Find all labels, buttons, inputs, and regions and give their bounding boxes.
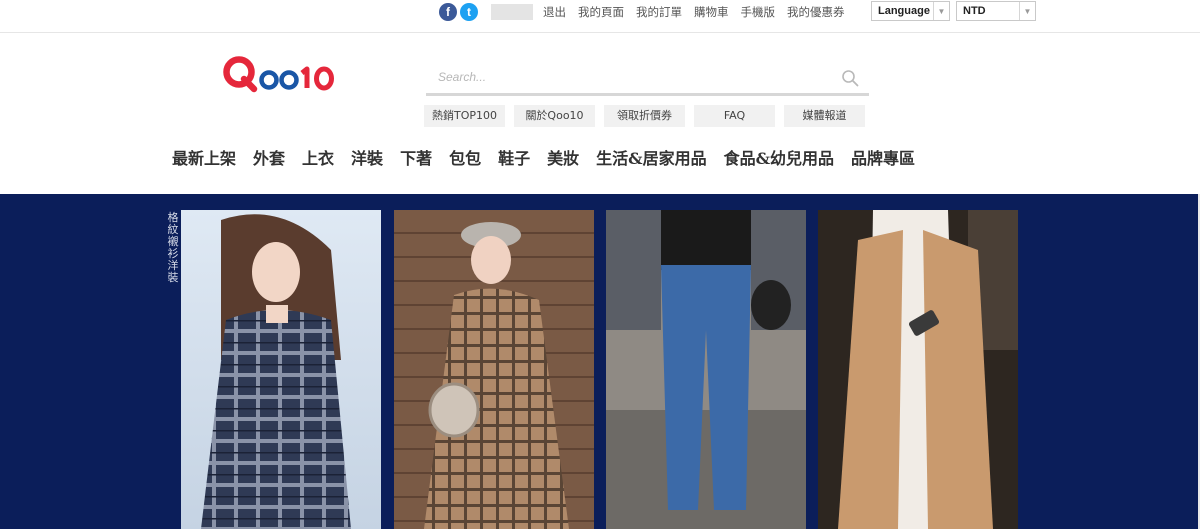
- user-name-placeholder[interactable]: [491, 4, 533, 20]
- category-home-living[interactable]: 生活&居家用品: [596, 145, 706, 169]
- beret-plaid-dress-photo[interactable]: [394, 210, 594, 529]
- qoo10-logo[interactable]: [222, 52, 340, 94]
- category-brands[interactable]: 品牌專區: [851, 145, 915, 169]
- blue-jeans-image: [606, 210, 806, 529]
- category-new-arrivals[interactable]: 最新上架: [172, 145, 236, 169]
- logout-link[interactable]: 退出: [543, 4, 566, 20]
- category-shoes[interactable]: 鞋子: [498, 145, 530, 169]
- quick-link-media[interactable]: 媒體報道: [784, 105, 865, 127]
- promo-banner[interactable]: 格紋襯衫洋裝: [0, 194, 1200, 529]
- category-tops[interactable]: 上衣: [302, 145, 334, 169]
- search-icon[interactable]: [841, 69, 859, 87]
- currency-select[interactable]: NTD ▼: [956, 1, 1036, 21]
- account-links: 退出 我的頁面 我的訂單 購物車 手機版 我的優惠券: [543, 4, 845, 20]
- category-dresses[interactable]: 洋裝: [351, 145, 383, 169]
- blue-jeans-photo[interactable]: [606, 210, 806, 529]
- category-bags[interactable]: 包包: [449, 145, 481, 169]
- language-select[interactable]: Language ▼: [871, 1, 950, 21]
- camel-vest-photo[interactable]: [818, 210, 1018, 529]
- category-nav: 最新上架 外套 上衣 洋裝 下著 包包 鞋子 美妝 生活&居家用品 食品&幼兒用…: [172, 145, 915, 169]
- quick-link-top100[interactable]: 熱銷TOP100: [424, 105, 505, 127]
- quick-link-about[interactable]: 關於Qoo10: [514, 105, 595, 127]
- cart-link[interactable]: 購物車: [694, 4, 729, 20]
- category-food-baby[interactable]: 食品&幼兒用品: [724, 145, 834, 169]
- plaid-shirt-dress-image: [181, 210, 381, 529]
- mobile-version-link[interactable]: 手機版: [741, 4, 776, 20]
- search-bar: [426, 64, 869, 96]
- chevron-down-icon: ▼: [1019, 2, 1035, 20]
- social-icons: f t: [439, 3, 478, 21]
- currency-select-value: NTD: [963, 5, 986, 17]
- quick-link-faq[interactable]: FAQ: [694, 105, 775, 127]
- my-orders-link[interactable]: 我的訂單: [636, 4, 682, 20]
- language-select-value: Language: [878, 5, 930, 17]
- category-beauty[interactable]: 美妝: [547, 145, 579, 169]
- qoo10-logo-image: [223, 56, 334, 93]
- my-coupons-link[interactable]: 我的優惠券: [787, 4, 845, 20]
- camel-vest-image: [818, 210, 1018, 529]
- banner-vertical-caption: 格紋襯衫洋裝: [167, 211, 179, 284]
- facebook-icon[interactable]: f: [439, 3, 457, 21]
- chevron-down-icon: ▼: [933, 2, 949, 20]
- search-input[interactable]: [426, 64, 826, 90]
- top-utility-bar: f t 退出 我的頁面 我的訂單 購物車 手機版 我的優惠券 Language …: [0, 0, 1200, 33]
- plaid-shirt-dress-photo[interactable]: [181, 210, 381, 529]
- beret-plaid-dress-image: [394, 210, 594, 529]
- category-outerwear[interactable]: 外套: [253, 145, 285, 169]
- quick-links: 熱銷TOP100 關於Qoo10 領取折價券 FAQ 媒體報道: [424, 105, 865, 127]
- twitter-icon[interactable]: t: [460, 3, 478, 21]
- quick-link-coupons[interactable]: 領取折價券: [604, 105, 685, 127]
- category-bottoms[interactable]: 下著: [400, 145, 432, 169]
- my-page-link[interactable]: 我的頁面: [578, 4, 624, 20]
